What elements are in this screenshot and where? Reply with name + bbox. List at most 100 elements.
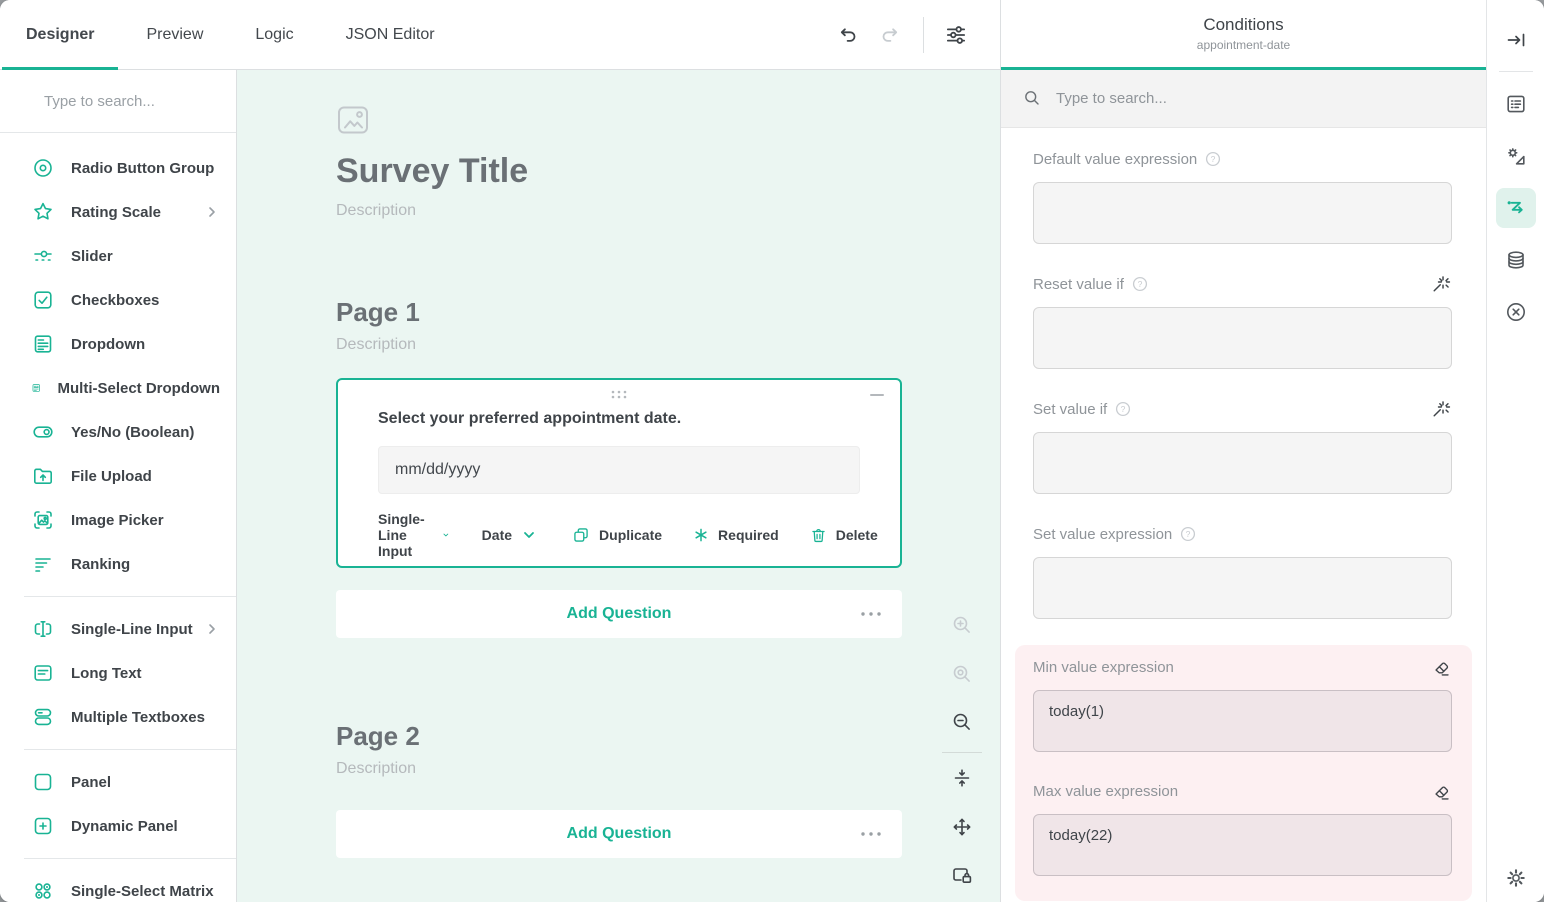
panel-search bbox=[1001, 70, 1486, 128]
rail-tab-general[interactable] bbox=[1496, 84, 1536, 124]
zoom-in-button[interactable] bbox=[942, 605, 982, 645]
toolbox-item-long-text[interactable]: Long Text bbox=[0, 651, 236, 695]
drag-scroll-button[interactable] bbox=[942, 807, 982, 847]
tab-designer[interactable]: Designer bbox=[0, 0, 120, 69]
toolbox-item-checkboxes[interactable]: Checkboxes bbox=[0, 278, 236, 322]
tab-logic[interactable]: Logic bbox=[229, 0, 319, 69]
question-card-appointment-date[interactable]: Select your preferred appointment date. … bbox=[336, 378, 902, 568]
redo-icon bbox=[879, 23, 903, 47]
svg-text:?: ? bbox=[1211, 154, 1216, 164]
toolbox-item-dropdown[interactable]: Dropdown bbox=[0, 322, 236, 366]
toolbox-item-multiple-textboxes[interactable]: Multiple Textboxes bbox=[0, 695, 236, 739]
rail-tab-theme[interactable] bbox=[1496, 136, 1536, 176]
single-select-matrix-icon bbox=[31, 879, 55, 902]
survey-title[interactable]: Survey Title bbox=[336, 152, 902, 191]
help-icon[interactable]: ? bbox=[1115, 401, 1131, 417]
required-toggle[interactable]: Required bbox=[692, 526, 779, 544]
page1-description[interactable]: Description bbox=[336, 336, 902, 354]
drag-handle[interactable] bbox=[610, 389, 628, 400]
wand-build-icon[interactable] bbox=[1430, 398, 1452, 420]
toolbox-item-single-line-input[interactable]: Single-Line Input bbox=[0, 607, 236, 651]
design-canvas: Survey Title Description Page 1 Descript… bbox=[237, 70, 1000, 902]
field-set-value-expression: Set value expression ? bbox=[1033, 520, 1452, 624]
property-panel-header: Conditions appointment-date bbox=[1001, 0, 1486, 67]
question-type-menu-button[interactable] bbox=[860, 611, 882, 617]
sliders-icon bbox=[943, 22, 969, 48]
toolbox-item-radio-button-group[interactable]: Radio Button Group bbox=[0, 146, 236, 190]
default-value-expression-input[interactable] bbox=[1033, 182, 1452, 244]
field-reset-value-if: Reset value if ? bbox=[1033, 270, 1452, 374]
header-actions bbox=[825, 0, 1000, 69]
dynamic-panel-icon bbox=[31, 814, 55, 838]
rail-tab-logic-conditions[interactable] bbox=[1496, 188, 1536, 228]
collapse-question-button[interactable] bbox=[870, 394, 884, 396]
add-question-button-page2[interactable]: Add Question bbox=[336, 810, 902, 858]
add-question-button-page1[interactable]: Add Question bbox=[336, 590, 902, 638]
survey-description[interactable]: Description bbox=[336, 202, 902, 220]
help-icon[interactable]: ? bbox=[1180, 526, 1196, 542]
page2-description[interactable]: Description bbox=[336, 760, 902, 778]
date-input[interactable] bbox=[378, 446, 860, 494]
help-icon[interactable]: ? bbox=[1132, 276, 1148, 292]
rail-tab-data[interactable] bbox=[1496, 240, 1536, 280]
rating-scale-icon bbox=[31, 200, 55, 224]
svg-text:?: ? bbox=[1186, 529, 1191, 539]
wand-build-icon[interactable] bbox=[1430, 273, 1452, 295]
single-line-input-icon bbox=[31, 617, 55, 641]
survey-logo-placeholder[interactable] bbox=[336, 103, 902, 137]
panel-search-input[interactable] bbox=[1056, 90, 1470, 107]
chevron-down-icon bbox=[521, 527, 537, 543]
toolbox-item-slider[interactable]: Slider bbox=[0, 234, 236, 278]
collapse-panel-button[interactable] bbox=[1496, 20, 1536, 60]
eraser-icon[interactable] bbox=[1430, 656, 1452, 678]
toolbox-item-ranking[interactable]: Ranking bbox=[0, 542, 236, 586]
reset-value-if-input[interactable] bbox=[1033, 307, 1452, 369]
highlighted-fields-section: Min value expression today(1) Max value … bbox=[1015, 645, 1472, 901]
toolbox-item-panel[interactable]: Panel bbox=[0, 760, 236, 804]
zoom-reset-button[interactable] bbox=[942, 654, 982, 694]
field-max-value-expression: Max value expression today(22) bbox=[1033, 777, 1452, 881]
tab-json-editor[interactable]: JSON Editor bbox=[320, 0, 461, 69]
header-separator bbox=[923, 17, 924, 53]
chevron-right-icon bbox=[204, 204, 220, 220]
eraser-icon[interactable] bbox=[1430, 780, 1452, 802]
question-type-menu-button[interactable] bbox=[860, 831, 882, 837]
question-type-selector[interactable]: Single-Line Input bbox=[378, 511, 450, 559]
database-icon bbox=[1504, 248, 1528, 272]
toolbox-item-image-picker[interactable]: Image Picker bbox=[0, 498, 236, 542]
panel-title: Conditions bbox=[1203, 15, 1283, 35]
duplicate-button[interactable]: Duplicate bbox=[571, 525, 662, 545]
toolbox-item-single-select-matrix[interactable]: Single-Select Matrix bbox=[0, 869, 236, 902]
search-icon bbox=[1022, 88, 1043, 109]
question-title[interactable]: Select your preferred appointment date. bbox=[378, 410, 860, 428]
ellipsis-icon bbox=[860, 831, 882, 837]
set-value-if-input[interactable] bbox=[1033, 432, 1452, 494]
creator-settings-button[interactable] bbox=[1496, 858, 1536, 898]
delete-button[interactable]: Delete bbox=[809, 526, 878, 545]
undo-button[interactable] bbox=[825, 13, 869, 57]
chevron-right-icon bbox=[204, 621, 220, 637]
toolbox-search-input[interactable] bbox=[44, 93, 237, 110]
input-type-selector[interactable]: Date bbox=[482, 527, 537, 543]
min-value-expression-input[interactable]: today(1) bbox=[1033, 690, 1452, 752]
multiple-textboxes-icon bbox=[31, 705, 55, 729]
page1-title[interactable]: Page 1 bbox=[336, 297, 902, 328]
tab-preview[interactable]: Preview bbox=[120, 0, 229, 69]
max-value-expression-input[interactable]: today(22) bbox=[1033, 814, 1452, 876]
rail-tab-clear[interactable] bbox=[1496, 292, 1536, 332]
toolbox-item-rating-scale[interactable]: Rating Scale bbox=[0, 190, 236, 234]
toolbox-item-dynamic-panel[interactable]: Dynamic Panel bbox=[0, 804, 236, 848]
set-value-expression-input[interactable] bbox=[1033, 557, 1452, 619]
redo-button[interactable] bbox=[869, 13, 913, 57]
toolbox-item-yes-no-boolean[interactable]: Yes/No (Boolean) bbox=[0, 410, 236, 454]
toolbox-item-multi-select-dropdown[interactable]: Multi-Select Dropdown bbox=[0, 366, 236, 410]
toolbox-item-file-upload[interactable]: File Upload bbox=[0, 454, 236, 498]
collapse-all-button[interactable] bbox=[942, 758, 982, 798]
settings-sliders-button[interactable] bbox=[934, 13, 978, 57]
help-icon[interactable]: ? bbox=[1205, 151, 1221, 167]
page2-title[interactable]: Page 2 bbox=[336, 721, 902, 752]
zoom-out-icon bbox=[950, 710, 974, 734]
surface-lock-button[interactable] bbox=[942, 855, 982, 895]
zoom-out-button[interactable] bbox=[942, 702, 982, 742]
checkboxes-icon bbox=[31, 288, 55, 312]
